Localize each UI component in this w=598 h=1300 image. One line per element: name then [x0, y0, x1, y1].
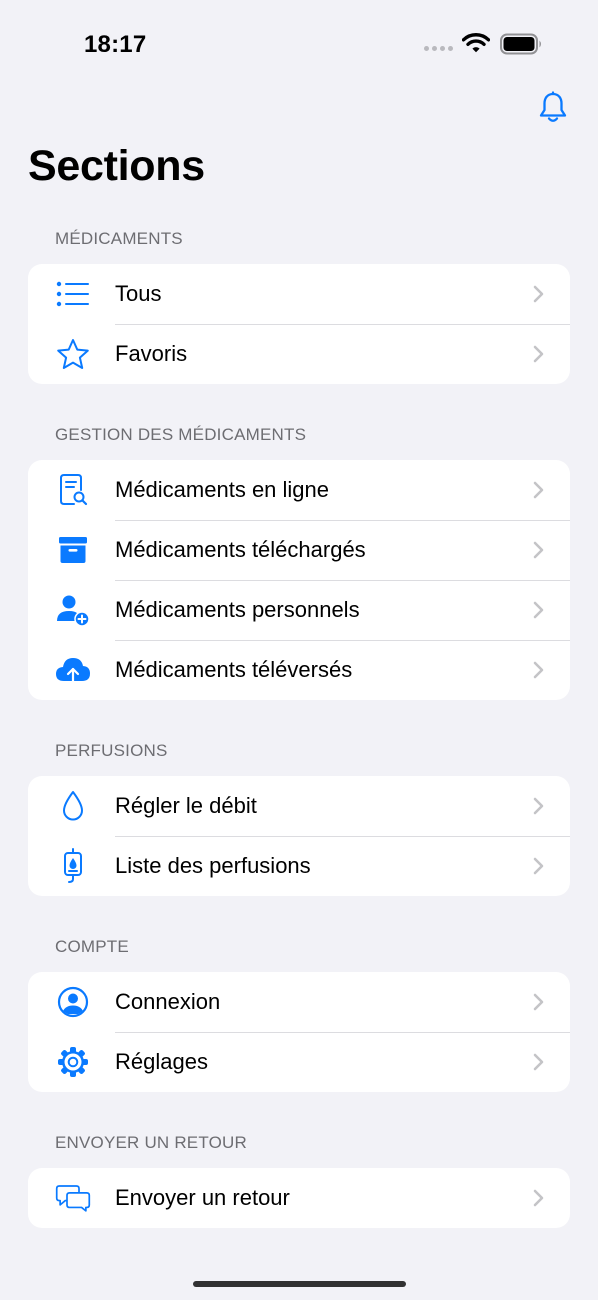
section-perfusions: PERFUSIONS Régler le débit Liste des per… — [28, 730, 570, 896]
iv-bag-icon — [55, 848, 91, 883]
section-card: Connexion Réglages — [28, 972, 570, 1092]
row-regler-le-debit[interactable]: Régler le débit — [28, 776, 570, 836]
list-icon — [55, 277, 91, 311]
section-header: PERFUSIONS — [55, 741, 168, 760]
drop-icon — [55, 789, 91, 823]
gear-icon — [55, 1045, 91, 1079]
row-medicaments-televerses[interactable]: Médicaments téléversés — [28, 640, 570, 700]
section-card: Régler le débit Liste des perfusions — [28, 776, 570, 896]
section-gestion: GESTION DES MÉDICAMENTS Médicaments en l… — [28, 414, 570, 700]
row-reglages[interactable]: Réglages — [28, 1032, 570, 1092]
chevron-right-icon — [533, 601, 544, 619]
row-label: Connexion — [115, 989, 221, 1014]
row-connexion[interactable]: Connexion — [28, 972, 570, 1032]
page-title: Sections — [28, 142, 205, 190]
chevron-right-icon — [533, 1053, 544, 1071]
row-label: Favoris — [115, 341, 188, 366]
row-label: Tous — [115, 281, 162, 306]
section-envoyer-un-retour: ENVOYER UN RETOUR Envoyer un retour — [28, 1122, 570, 1228]
chat-bubbles-icon — [55, 1181, 91, 1215]
chevron-right-icon — [533, 661, 544, 679]
chevron-right-icon — [533, 285, 544, 303]
document-search-icon — [55, 473, 91, 507]
section-header: COMPTE — [55, 937, 129, 956]
row-label: Médicaments téléversés — [115, 657, 353, 682]
wifi-icon — [462, 33, 490, 53]
row-label: Médicaments téléchargés — [115, 537, 366, 562]
row-label: Liste des perfusions — [115, 853, 311, 878]
notifications-button[interactable] — [536, 90, 570, 126]
row-label: Médicaments en ligne — [115, 477, 330, 502]
section-card: Médicaments en ligne Médicaments télécha… — [28, 460, 570, 700]
section-header: MÉDICAMENTS — [55, 229, 183, 248]
section-card: Envoyer un retour — [28, 1168, 570, 1228]
bell-icon — [539, 91, 567, 122]
cloud-upload-icon — [55, 653, 91, 687]
row-label: Envoyer un retour — [115, 1185, 290, 1210]
section-card: Tous Favoris — [28, 264, 570, 384]
row-label: Réglages — [115, 1049, 208, 1074]
person-circle-icon — [55, 985, 91, 1019]
row-favoris[interactable]: Favoris — [28, 324, 570, 384]
section-header: ENVOYER UN RETOUR — [55, 1133, 248, 1152]
battery-icon — [500, 33, 541, 55]
row-medicaments-en-ligne[interactable]: Médicaments en ligne — [28, 460, 570, 520]
row-medicaments-personnels[interactable]: Médicaments personnels — [28, 580, 570, 640]
star-icon — [55, 337, 91, 371]
row-liste-des-perfusions[interactable]: Liste des perfusions — [28, 836, 570, 896]
chevron-right-icon — [533, 797, 544, 815]
row-label: Médicaments personnels — [115, 597, 360, 622]
person-add-icon — [55, 593, 91, 627]
archive-box-icon — [55, 533, 91, 567]
chevron-right-icon — [533, 541, 544, 559]
chevron-right-icon — [533, 345, 544, 363]
cellular-signal-icon — [424, 46, 453, 51]
chevron-right-icon — [533, 1189, 544, 1207]
status-bar: 18:17 — [0, 0, 598, 90]
row-tous[interactable]: Tous — [28, 264, 570, 324]
section-header: GESTION DES MÉDICAMENTS — [55, 425, 307, 444]
row-envoyer-un-retour[interactable]: Envoyer un retour — [28, 1168, 570, 1228]
chevron-right-icon — [533, 857, 544, 875]
section-medicaments: MÉDICAMENTS Tous Favoris — [28, 218, 570, 384]
chevron-right-icon — [533, 481, 544, 499]
row-label: Régler le débit — [115, 793, 257, 818]
home-indicator[interactable] — [193, 1281, 406, 1287]
row-medicaments-telecharges[interactable]: Médicaments téléchargés — [28, 520, 570, 580]
chevron-right-icon — [533, 993, 544, 1011]
status-time: 18:17 — [84, 31, 147, 58]
section-compte: COMPTE Connexion Réglages — [28, 926, 570, 1092]
